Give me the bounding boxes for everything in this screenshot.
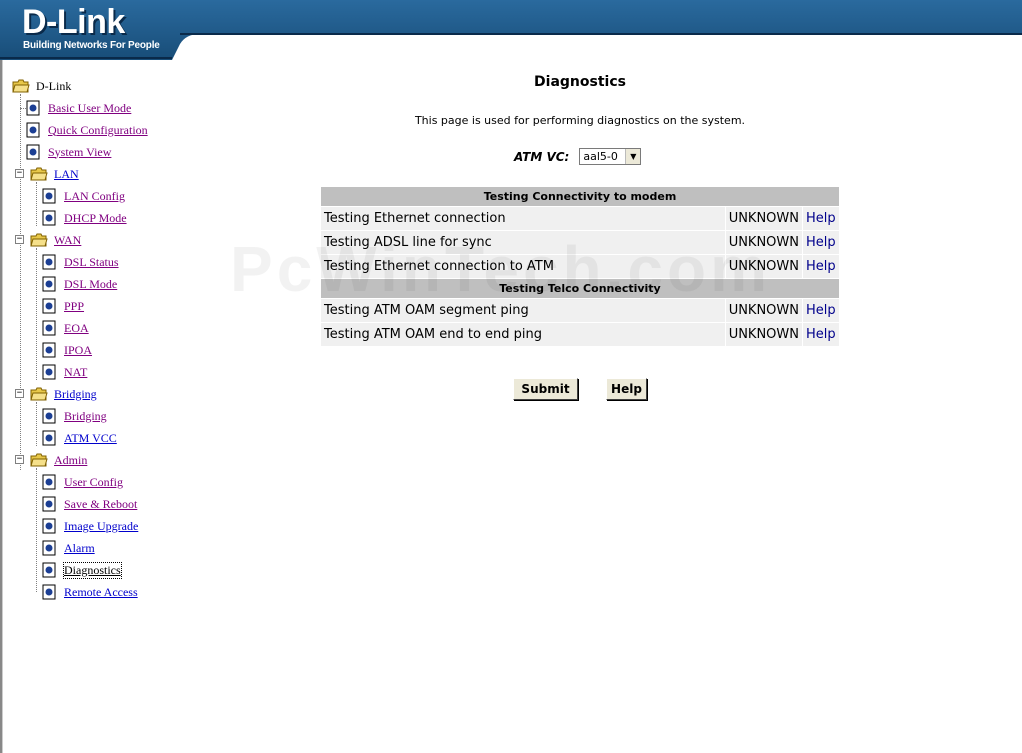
- tree-item-diagnostics[interactable]: Diagnostics: [42, 560, 122, 580]
- help-link[interactable]: Help: [806, 327, 836, 342]
- table-row: Testing Ethernet connection to ATM UNKNO…: [321, 255, 839, 278]
- atm-vc-row: ATM VC: aal5-0 ▼: [514, 148, 642, 165]
- tree-folder-wan[interactable]: − WAN: [15, 230, 81, 250]
- collapse-icon[interactable]: −: [15, 455, 24, 464]
- tree-item-user-config[interactable]: User Config: [42, 472, 123, 492]
- tree-item-image-upgrade[interactable]: Image Upgrade: [42, 516, 138, 536]
- section-header: Testing Telco Connectivity: [321, 279, 839, 298]
- test-name: Testing ATM OAM segment ping: [321, 299, 725, 322]
- test-status: UNKNOWN: [725, 299, 802, 322]
- test-status: UNKNOWN: [725, 323, 802, 346]
- page-icon: [42, 518, 56, 534]
- tree-item-remote-access[interactable]: Remote Access: [42, 582, 138, 602]
- dlink-tagline: Building Networks For People: [23, 40, 160, 51]
- folder-open-icon: [30, 387, 48, 401]
- atm-vc-label: ATM VC:: [514, 149, 570, 164]
- table-row: Testing ADSL line for sync UNKNOWN Help: [321, 231, 839, 254]
- tree-item-save-reboot[interactable]: Save & Reboot: [42, 494, 137, 514]
- test-name: Testing Ethernet connection to ATM: [321, 255, 725, 278]
- tree-item-quick-configuration[interactable]: Quick Configuration: [26, 120, 148, 140]
- page-description: This page is used for performing diagnos…: [414, 114, 746, 127]
- collapse-icon[interactable]: −: [15, 235, 24, 244]
- page-icon: [42, 188, 56, 204]
- test-status: UNKNOWN: [725, 255, 802, 278]
- diagnostics-table: Testing Connectivity to modem Testing Et…: [320, 186, 840, 347]
- header-banner: D-Link Building Networks For People: [0, 0, 1022, 60]
- collapse-icon[interactable]: −: [15, 169, 24, 178]
- submit-button[interactable]: Submit: [513, 378, 578, 400]
- tree-folder-admin[interactable]: − Admin: [15, 450, 87, 470]
- page-icon: [42, 320, 56, 336]
- page-icon: [42, 474, 56, 490]
- chevron-down-icon[interactable]: ▼: [625, 149, 641, 164]
- test-name: Testing ADSL line for sync: [321, 231, 725, 254]
- help-link[interactable]: Help: [806, 303, 836, 318]
- page-icon: [42, 430, 56, 446]
- main-content: Diagnostics This page is used for perfor…: [220, 60, 1020, 753]
- page-icon: [26, 100, 40, 116]
- page-icon: [42, 408, 56, 424]
- table-row: Testing ATM OAM end to end ping UNKNOWN …: [321, 323, 839, 346]
- folder-open-icon: [30, 167, 48, 181]
- help-link[interactable]: Help: [806, 259, 836, 274]
- tree-item-bridging[interactable]: Bridging: [42, 406, 107, 426]
- page-icon: [26, 122, 40, 138]
- section-header: Testing Connectivity to modem: [321, 187, 839, 206]
- folder-open-icon: [12, 79, 30, 93]
- tree-root[interactable]: D-Link: [12, 76, 71, 96]
- tree-item-dhcp-mode[interactable]: DHCP Mode: [42, 208, 127, 228]
- page-icon: [42, 496, 56, 512]
- tree-item-system-view[interactable]: System View: [26, 142, 111, 162]
- tree-item-basic-user-mode[interactable]: Basic User Mode: [20, 98, 131, 118]
- help-button[interactable]: Help: [606, 378, 647, 400]
- atm-vc-value: aal5-0: [583, 150, 618, 163]
- table-row: Testing Ethernet connection UNKNOWN Help: [321, 207, 839, 230]
- folder-open-icon: [30, 233, 48, 247]
- test-name: Testing ATM OAM end to end ping: [321, 323, 725, 346]
- page-icon: [42, 540, 56, 556]
- tree-item-dsl-mode[interactable]: DSL Mode: [42, 274, 117, 294]
- section-header-row: Testing Telco Connectivity: [321, 279, 839, 298]
- dlink-logo: D-Link: [22, 3, 125, 41]
- page-icon: [42, 562, 56, 578]
- tree-item-ipoa[interactable]: IPOA: [42, 340, 92, 360]
- help-link[interactable]: Help: [806, 211, 836, 226]
- page-icon: [42, 254, 56, 270]
- tree-item-dsl-status[interactable]: DSL Status: [42, 252, 119, 272]
- tree-item-lan-config[interactable]: LAN Config: [42, 186, 125, 206]
- collapse-icon[interactable]: −: [15, 389, 24, 398]
- section-header-row: Testing Connectivity to modem: [321, 187, 839, 206]
- page-icon: [42, 210, 56, 226]
- table-row: Testing ATM OAM segment ping UNKNOWN Hel…: [321, 299, 839, 322]
- tree-item-eoa[interactable]: EOA: [42, 318, 89, 338]
- tree-item-alarm[interactable]: Alarm: [42, 538, 95, 558]
- page-icon: [42, 276, 56, 292]
- page-icon: [26, 144, 40, 160]
- nav-tree: D-Link Basic User Mode Quick Configurati…: [12, 76, 212, 616]
- atm-vc-select[interactable]: aal5-0 ▼: [579, 148, 642, 165]
- tree-item-atm-vcc[interactable]: ATM VCC: [42, 428, 117, 448]
- page-icon: [42, 364, 56, 380]
- test-name: Testing Ethernet connection: [321, 207, 725, 230]
- test-status: UNKNOWN: [725, 207, 802, 230]
- test-status: UNKNOWN: [725, 231, 802, 254]
- frame-divider: [0, 60, 3, 753]
- folder-open-icon: [30, 453, 48, 467]
- page-title: Diagnostics: [534, 74, 626, 90]
- page-icon: [42, 298, 56, 314]
- tree-item-nat[interactable]: NAT: [42, 362, 87, 382]
- page-icon: [42, 584, 56, 600]
- tree-folder-bridging[interactable]: − Bridging: [15, 384, 97, 404]
- tree-folder-lan[interactable]: − LAN: [15, 164, 79, 184]
- tree-item-ppp[interactable]: PPP: [42, 296, 84, 316]
- help-link[interactable]: Help: [806, 235, 836, 250]
- page-icon: [42, 342, 56, 358]
